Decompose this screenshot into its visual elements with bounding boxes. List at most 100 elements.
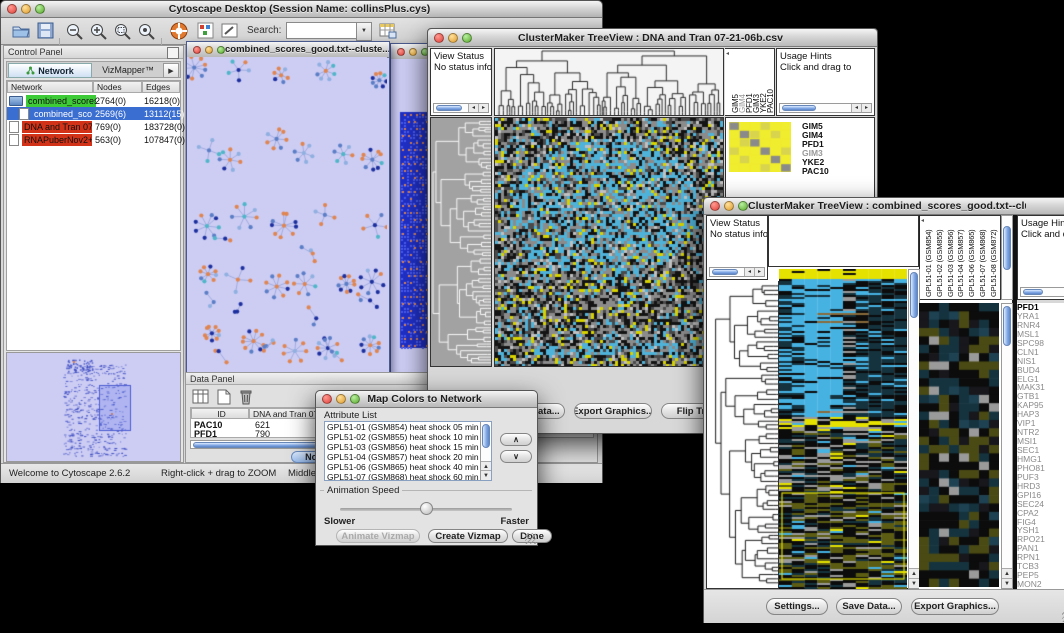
tv2-save-data-button[interactable]: Save Data...: [836, 598, 902, 615]
gene-label[interactable]: NTR2: [1017, 428, 1064, 437]
new-attribute-icon[interactable]: [216, 389, 232, 405]
gene-label[interactable]: SEC24: [1017, 500, 1064, 509]
tv2-hints-hscrollbar[interactable]: [1020, 287, 1064, 297]
network-tree-row[interactable]: combined_scores2764(0)16218(0): [7, 94, 180, 107]
vizmap-icon[interactable]: [197, 22, 214, 39]
close-button[interactable]: [397, 48, 405, 56]
tv2-status-hscrollbar[interactable]: ◂ ▸: [709, 267, 765, 277]
gene-label[interactable]: YRA1: [1017, 312, 1064, 321]
zoom-button[interactable]: [350, 394, 360, 404]
network-window-titlebar[interactable]: combined_scores_good.txt--cluste...: [187, 42, 389, 58]
gene-label[interactable]: PFD1: [1017, 303, 1064, 312]
zoom-in-icon[interactable]: [89, 22, 108, 40]
scroll-up-icon[interactable]: ▲: [1002, 568, 1012, 578]
minimize-button[interactable]: [205, 46, 213, 54]
table-cell-id[interactable]: PFD1: [194, 429, 217, 439]
search-dropdown-icon[interactable]: ▼: [356, 22, 372, 41]
minimize-button[interactable]: [21, 4, 31, 14]
gene-label[interactable]: KAP95: [1017, 401, 1064, 410]
create-vizmap-button[interactable]: Create Vizmap: [428, 529, 508, 543]
close-button[interactable]: [322, 394, 332, 404]
gene-label[interactable]: HRD3: [1017, 482, 1064, 491]
scroll-left-icon[interactable]: ◂: [851, 104, 861, 112]
scroll-right-icon[interactable]: ▸: [861, 104, 871, 112]
close-button[interactable]: [434, 33, 444, 43]
gene-label[interactable]: MSI1: [1017, 437, 1064, 446]
gene-label[interactable]: CPA2: [1017, 509, 1064, 518]
tv1-heatmap-canvas[interactable]: [495, 118, 723, 366]
tv1-hints-hscrollbar[interactable]: ◂ ▸: [779, 103, 872, 113]
gene-label[interactable]: FIG4: [1017, 518, 1064, 527]
tv2-settings-button[interactable]: Settings...: [766, 598, 828, 615]
tab-vizmapper[interactable]: VizMapper™: [92, 63, 164, 76]
attribute-list-item[interactable]: GPL51-06 (GSM865) heat shock 40 min: [325, 462, 480, 472]
gene-label[interactable]: YSH1: [1017, 526, 1064, 535]
gene-label[interactable]: RNR4: [1017, 321, 1064, 330]
tab-overflow-icon[interactable]: ▶: [163, 63, 179, 78]
tv2-export-graphics-button[interactable]: Export Graphics...: [911, 598, 999, 615]
tv2-zoom-vscrollbar[interactable]: ▲ ▼: [1001, 303, 1013, 589]
resize-grip[interactable]: [525, 533, 536, 544]
tab-network[interactable]: Network: [8, 63, 92, 78]
tv2-labels-vscrollbar[interactable]: [1001, 215, 1013, 300]
treeview2-titlebar[interactable]: ClusterMaker TreeView : combined_scores_…: [704, 198, 1064, 215]
scroll-left-icon[interactable]: ◂: [744, 268, 754, 276]
tv1-export-graphics-button[interactable]: Export Graphics...: [574, 403, 652, 419]
open-file-icon[interactable]: [11, 22, 31, 39]
data-table-icon[interactable]: [379, 22, 397, 39]
network-tree-row[interactable]: RNAPuberNov2+I563(0)107847(0): [7, 133, 180, 146]
scroll-left-icon[interactable]: ◂: [726, 50, 729, 57]
gene-label[interactable]: PUF3: [1017, 473, 1064, 482]
column-header-network[interactable]: Network: [7, 81, 93, 93]
scroll-right-icon[interactable]: ▸: [478, 104, 488, 112]
attribute-table-icon[interactable]: [192, 389, 210, 405]
column-header-edges[interactable]: Edges: [142, 81, 180, 93]
tv2-zoom-heatmap-canvas[interactable]: [919, 303, 999, 587]
tv2-row-dendrogram-canvas[interactable]: [707, 281, 778, 587]
gene-label[interactable]: GTB1: [1017, 392, 1064, 401]
delete-attribute-icon[interactable]: [238, 388, 254, 406]
dialog-titlebar[interactable]: Map Colors to Network: [316, 391, 537, 408]
close-button[interactable]: [710, 201, 720, 211]
table-cell-value[interactable]: 790: [255, 429, 270, 439]
zoom-button[interactable]: [217, 46, 225, 54]
column-header-id[interactable]: ID: [191, 408, 249, 419]
scroll-left-icon[interactable]: ◂: [468, 104, 478, 112]
tv2-heatmap-canvas[interactable]: [779, 269, 907, 589]
main-titlebar[interactable]: Cytoscape Desktop (Session Name: collins…: [1, 1, 602, 18]
minimize-button[interactable]: [409, 48, 417, 56]
network-canvas[interactable]: [187, 57, 387, 373]
gene-label[interactable]: TCB3: [1017, 562, 1064, 571]
attribute-list-item[interactable]: GPL51-02 (GSM855) heat shock 10 min: [325, 432, 480, 442]
zoom-fit-icon[interactable]: [113, 22, 132, 40]
minimize-button[interactable]: [448, 33, 458, 43]
treeview1-titlebar[interactable]: ClusterMaker TreeView : DNA and Tran 07-…: [428, 29, 877, 47]
birdseye-view-canvas[interactable]: [7, 353, 180, 461]
gene-label[interactable]: BUD4: [1017, 366, 1064, 375]
tv2-column-dendrogram-panel[interactable]: [768, 215, 919, 267]
move-attribute-up-button[interactable]: ∧: [500, 433, 532, 446]
float-panel-icon[interactable]: [167, 47, 179, 59]
search-input[interactable]: [286, 22, 358, 39]
scroll-right-icon[interactable]: ▸: [754, 268, 764, 276]
move-attribute-down-button[interactable]: ∨: [500, 450, 532, 463]
gene-label[interactable]: NIS1: [1017, 357, 1064, 366]
gene-label[interactable]: RPO21: [1017, 535, 1064, 544]
gene-label[interactable]: SPC98: [1017, 339, 1064, 348]
scroll-down-icon[interactable]: ▼: [1002, 578, 1012, 588]
scroll-down-icon[interactable]: ▼: [481, 470, 491, 480]
zoom-selected-icon[interactable]: [137, 22, 156, 40]
attribute-list-item[interactable]: GPL51-04 (GSM857) heat shock 20 min: [325, 452, 480, 462]
gene-label[interactable]: MAK31: [1017, 383, 1064, 392]
tv1-zoom-matrix-canvas[interactable]: [729, 122, 791, 172]
tv1-column-dendrogram-canvas[interactable]: [495, 49, 723, 115]
gene-label[interactable]: MSL1: [1017, 330, 1064, 339]
animate-vizmap-button[interactable]: Animate Vizmap: [336, 529, 420, 543]
gene-label[interactable]: ELG1: [1017, 375, 1064, 384]
network-tree-row[interactable]: combined_sco2569(6)13112(15): [7, 107, 180, 120]
network-tree-row[interactable]: DNA and Tran 07769(0)183728(0): [7, 120, 180, 133]
gene-label[interactable]: RPN1: [1017, 553, 1064, 562]
tv1-status-hscrollbar[interactable]: ◂ ▸: [433, 103, 489, 113]
tv1-row-dendrogram-canvas[interactable]: [431, 118, 491, 366]
scroll-up-icon[interactable]: ▲: [909, 568, 919, 578]
